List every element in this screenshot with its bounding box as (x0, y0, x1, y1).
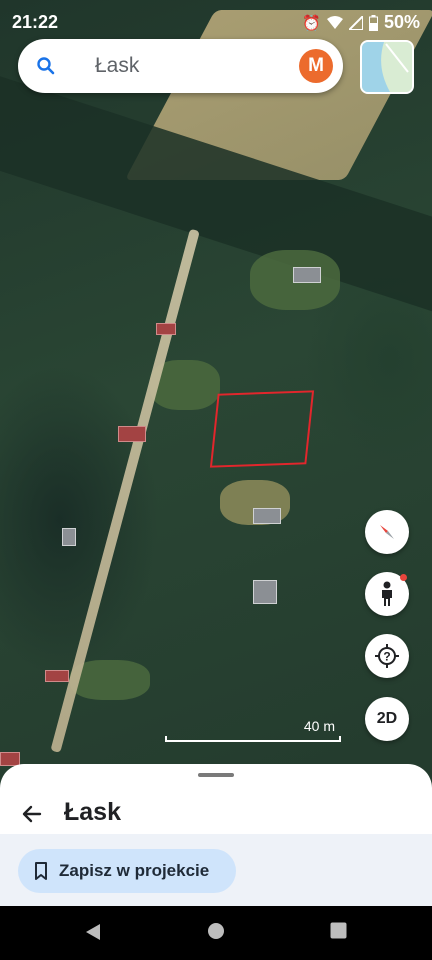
avatar[interactable]: M (299, 49, 333, 83)
location-help-icon: ? (375, 644, 399, 668)
view-toggle-button[interactable]: 2D (365, 697, 409, 741)
status-time: 21:22 (12, 12, 59, 32)
nav-recents-icon[interactable] (330, 922, 347, 939)
plot-outline (209, 390, 315, 468)
bottom-sheet[interactable]: Łask Zapisz w projekcie (0, 764, 432, 906)
alarm-icon: ⏰ (302, 14, 321, 32)
building (293, 267, 321, 283)
building (45, 670, 69, 682)
status-icons: ⏰ 50% (302, 12, 420, 33)
status-bar: 21:22 ⏰ 50% (0, 0, 432, 44)
scale-label: 40 m (303, 718, 335, 734)
battery-icon (368, 14, 378, 31)
system-nav-bar (0, 906, 432, 960)
signal-icon (348, 15, 363, 30)
wifi-icon (326, 15, 343, 29)
battery-percent: 50% (383, 12, 420, 32)
svg-text:?: ? (383, 650, 390, 664)
map-layers-button[interactable] (360, 40, 414, 94)
satellite-map[interactable]: 40 m (0, 0, 432, 830)
compass-icon (380, 525, 394, 539)
save-to-project-label: Zapisz w projekcie (59, 861, 210, 880)
nav-home-icon[interactable] (207, 922, 225, 940)
save-to-project-button[interactable]: Zapisz w projekcie (18, 849, 236, 893)
scale-bar: 40 m (165, 718, 341, 742)
compass-button[interactable] (365, 510, 409, 554)
building (253, 508, 281, 524)
search-icon[interactable] (36, 56, 56, 76)
search-bar[interactable]: Łask M (18, 39, 343, 93)
person-icon (382, 581, 392, 606)
building (62, 528, 76, 546)
place-title: Łask (64, 798, 121, 826)
back-arrow-icon[interactable] (20, 802, 44, 826)
building (253, 580, 277, 604)
building (118, 426, 146, 442)
notification-dot (400, 574, 407, 581)
bookmark-icon (35, 862, 47, 880)
street-view-button[interactable] (365, 572, 409, 616)
view-toggle-label: 2D (376, 710, 398, 727)
drag-handle[interactable] (198, 773, 234, 777)
map-thumbnail-icon (362, 42, 412, 92)
building (156, 323, 176, 335)
scale-line (165, 736, 341, 742)
help-button[interactable]: ? (365, 634, 409, 678)
nav-back-icon[interactable] (84, 922, 102, 942)
search-query[interactable]: Łask (95, 54, 139, 78)
